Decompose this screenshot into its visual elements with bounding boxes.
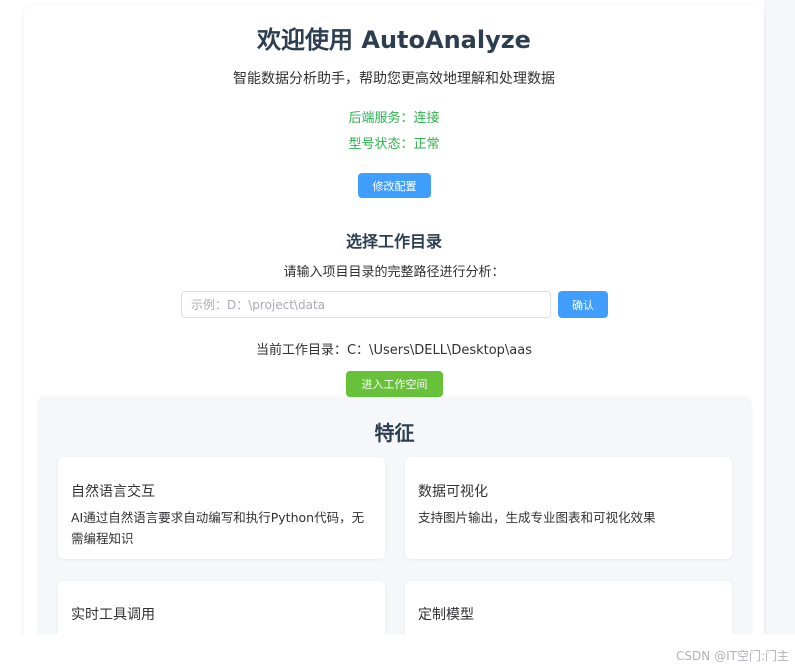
page-title: 欢迎使用 AutoAnalyze [257,26,531,54]
feature-card-visualization: 数据可视化 支持图片输出，生成专业图表和可视化效果 [405,457,732,559]
feature-title: 定制模型 [418,607,474,623]
current-directory: 当前工作目录：C：\Users\DELL\Desktop\aas [255,343,533,358]
directory-path-input[interactable] [181,291,551,318]
feature-title: 数据可视化 [418,484,488,500]
feature-title: 实时工具调用 [71,607,155,623]
model-status: 型号状态：正常 [348,137,440,152]
confirm-button[interactable]: 确认 [558,291,608,318]
edit-config-button[interactable]: 修改配置 [358,173,431,198]
feature-title: 自然语言交互 [71,484,155,500]
backend-status: 后端服务：连接 [348,111,440,126]
welcome-card: 欢迎使用 AutoAnalyze 智能数据分析助手，帮助您更高效地理解和处理数据… [24,6,764,646]
features-section: 特征 自然语言交互 AI通过自然语言要求自动编写和执行Python代码，无需编程… [38,397,751,646]
page-background-right [764,0,795,634]
page-background-left [0,0,24,634]
feature-card-nl-interaction: 自然语言交互 AI通过自然语言要求自动编写和执行Python代码，无需编程知识 [58,457,385,559]
watermark: CSDN @IT空门:门主 [676,649,789,663]
feature-description: AI通过自然语言要求自动编写和执行Python代码，无需编程知识 [71,510,365,546]
features-title: 特征 [374,421,415,445]
workspace-hint: 请输入项目目录的完整路径进行分析： [283,265,505,280]
enter-workspace-button[interactable]: 进入工作空间 [346,371,443,397]
page-subtitle: 智能数据分析助手，帮助您更高效地理解和处理数据 [233,71,555,87]
workspace-section-title: 选择工作目录 [345,232,442,251]
feature-description: 支持图片输出，生成专业图表和可视化效果 [418,510,656,525]
